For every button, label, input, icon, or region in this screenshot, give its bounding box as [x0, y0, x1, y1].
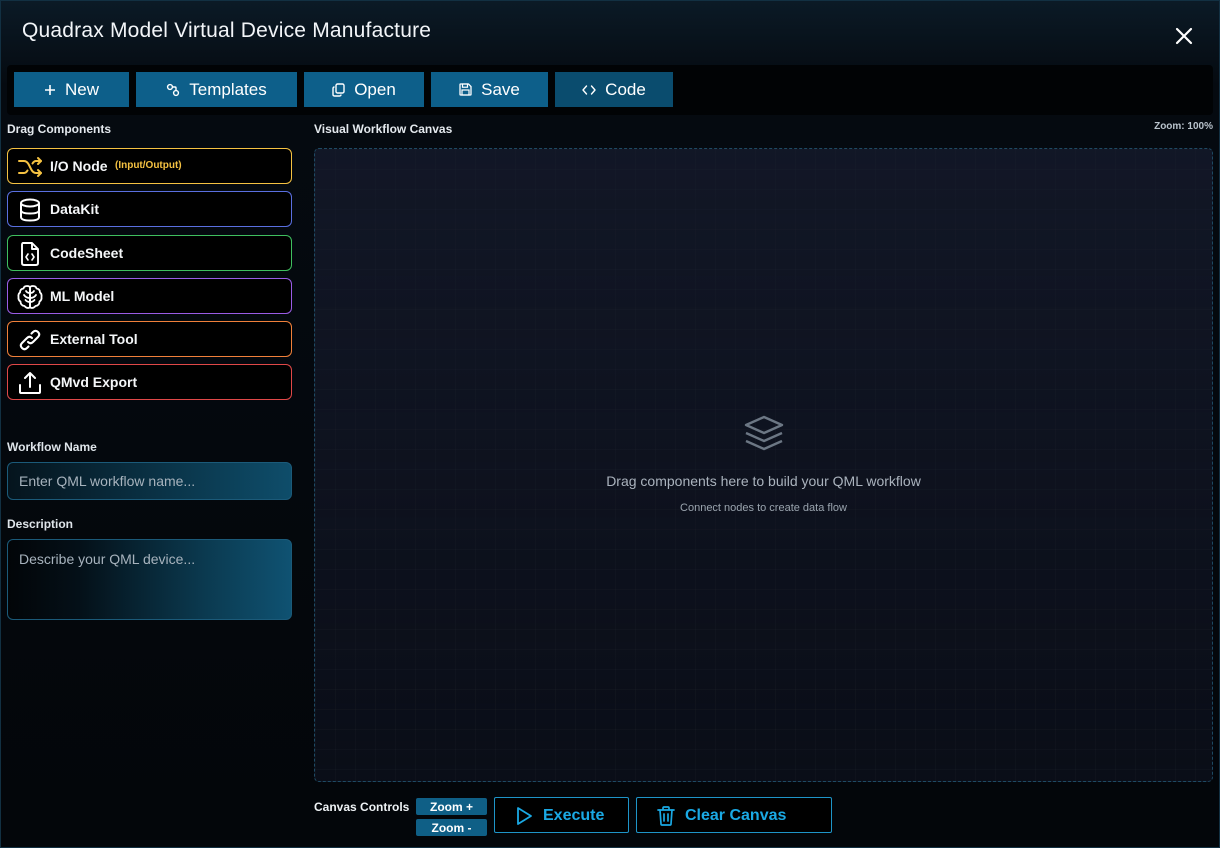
templates-button-label: Templates	[189, 79, 267, 99]
open-button-label: Open	[354, 79, 396, 99]
clear-canvas-button[interactable]: Clear Canvas	[636, 797, 832, 833]
component-label: External Tool	[50, 331, 138, 347]
close-button[interactable]	[1171, 23, 1197, 49]
close-icon	[1175, 27, 1193, 45]
code-button-label: Code	[605, 79, 646, 99]
shuffle-icon	[17, 154, 43, 180]
zoom-readout: Zoom: 100%	[1154, 121, 1213, 132]
component-label: ML Model	[50, 288, 115, 304]
component-label: QMvd Export	[50, 374, 138, 390]
execute-button[interactable]: Execute	[494, 797, 629, 833]
workflow-name-input[interactable]	[7, 462, 292, 500]
workflow-canvas[interactable]: Drag components here to build your QML w…	[314, 148, 1213, 782]
upload-icon	[17, 370, 43, 396]
open-button[interactable]: Open	[304, 72, 424, 107]
trash-icon	[657, 806, 675, 826]
new-button-label: New	[64, 79, 99, 99]
save-button-label: Save	[481, 79, 520, 99]
clear-canvas-button-label: Clear Canvas	[685, 807, 787, 824]
app-window: Quadrax Model Virtual Device Manufacture…	[0, 0, 1220, 848]
component-ml-model[interactable]: ML Model	[7, 278, 292, 314]
code-icon	[582, 84, 596, 95]
component-label: I/O Node	[50, 158, 108, 174]
component-io-node[interactable]: I/O Node (Input/Output)	[7, 148, 292, 184]
component-sublabel: (Input/Output)	[115, 160, 182, 171]
layers-icon	[744, 415, 784, 451]
code-button[interactable]: Code	[555, 72, 673, 107]
templates-button[interactable]: Templates	[136, 72, 297, 107]
zoom-out-button[interactable]: Zoom -	[416, 819, 487, 836]
component-codesheet[interactable]: CodeSheet	[7, 235, 292, 271]
execute-button-label: Execute	[543, 807, 605, 824]
component-label: DataKit	[50, 201, 100, 217]
database-icon	[17, 197, 43, 223]
canvas-heading: Visual Workflow Canvas	[314, 122, 453, 136]
save-icon	[459, 83, 472, 96]
window-title: Quadrax Model Virtual Device Manufacture	[22, 19, 432, 42]
component-external-tool[interactable]: External Tool	[7, 321, 292, 357]
drag-components-heading: Drag Components	[7, 122, 112, 136]
component-qmvd-export[interactable]: QMvd Export	[7, 364, 292, 400]
canvas-empty-message: Drag components here to build your QML w…	[606, 473, 921, 489]
new-button[interactable]: New	[14, 72, 129, 107]
zoom-in-button[interactable]: Zoom +	[416, 798, 487, 815]
workflow-name-label: Workflow Name	[7, 440, 97, 454]
canvas-empty-sub: Connect nodes to create data flow	[680, 502, 847, 514]
copy-icon	[332, 82, 345, 97]
component-datakit[interactable]: DataKit	[7, 191, 292, 227]
save-button[interactable]: Save	[431, 72, 548, 107]
description-textarea[interactable]	[7, 539, 292, 620]
toolbar: New Templates Open Save Code	[7, 65, 1213, 115]
brain-icon	[17, 284, 43, 310]
templates-icon	[167, 83, 180, 96]
component-label: CodeSheet	[50, 245, 124, 261]
link-icon	[17, 327, 43, 353]
plus-icon	[44, 84, 55, 95]
play-icon	[517, 807, 532, 825]
canvas-controls-label: Canvas Controls	[314, 800, 410, 814]
code-file-icon	[17, 241, 43, 267]
description-label: Description	[7, 517, 74, 531]
